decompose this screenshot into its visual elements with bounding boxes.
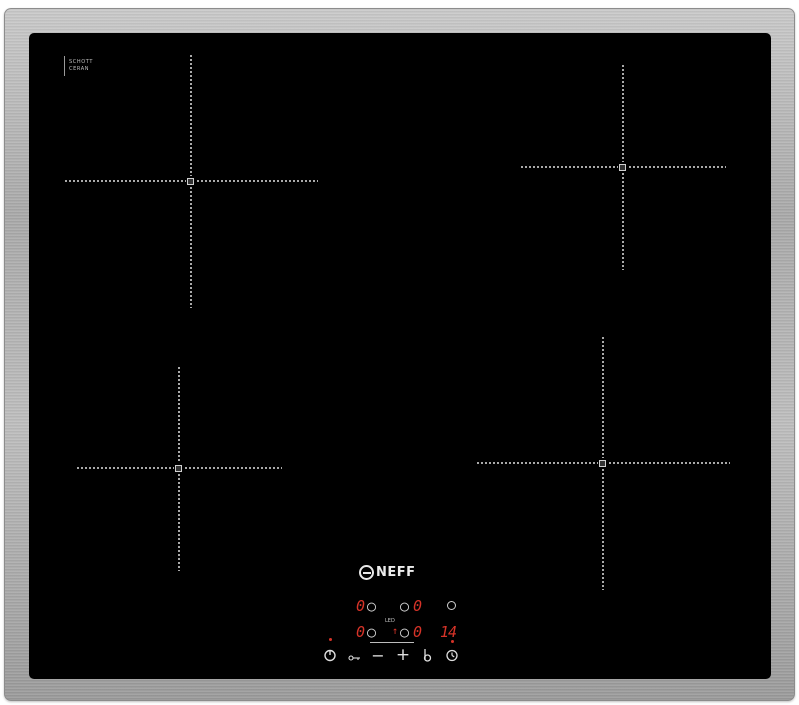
timer-icon [446,649,458,662]
wipe-protect-icon [423,649,432,662]
zone-front-right-horizontal-marks [476,462,598,464]
zone-rear-right-power-indicator: ○ [400,597,409,615]
badge-line-2: CERAN [69,66,90,72]
zone-rear-left-horizontal-marks [196,180,318,182]
selection-arrow: ↑ [392,626,398,637]
zone-front-left-power-indicator: ○ [367,623,376,641]
timer-button[interactable] [444,648,460,664]
child-lock-icon [348,655,360,661]
zone-rear-right-vertical-marks [622,172,624,270]
child-lock-button[interactable] [347,650,363,664]
neff-logo: NEFF [359,562,416,582]
zone-front-left-level-display: 0 [356,623,365,641]
neff-logo-text: NEFF [376,564,416,580]
zone-rear-right-vertical-marks [622,64,624,162]
zone-rear-right-level-display: 0 [413,597,422,615]
zone-rear-left-vertical-marks [190,186,192,308]
zone-front-right-power-indicator: ○ [400,623,409,641]
badge-line-1: SCHOTT [69,59,93,65]
neff-logo-mark [359,564,374,580]
zone-rear-right-horizontal-marks [520,166,618,168]
plus-button[interactable]: + [395,647,411,664]
zone-front-right-vertical-marks [602,468,604,590]
zone-front-left-center-mark [175,465,182,472]
zone-front-right-center-mark [599,460,606,467]
zone-rear-left-vertical-marks [190,54,192,176]
timer-indicator [451,640,454,643]
zone-rear-left-level-display: 0 [356,597,365,615]
minus-button[interactable]: − [370,648,386,664]
zone-rear-right-center-mark [619,164,626,171]
power-button[interactable] [322,648,338,664]
zone-front-left-vertical-marks [178,473,180,571]
power-icon [324,649,336,662]
zone-front-left-horizontal-marks [184,467,282,469]
zone-front-right-level-display: 0 [413,623,422,641]
zone-front-right-horizontal-marks [608,462,730,464]
zone-rear-right-horizontal-marks [628,166,726,168]
timer-display: 14 [440,623,457,641]
zone-rear-left-power-indicator: ○ [367,597,376,615]
badge-divider [64,56,65,76]
zone-front-right-vertical-marks [602,336,604,458]
zone-front-left-vertical-marks [178,366,180,463]
zone-rear-left-center-mark [187,178,194,185]
wipe-protect-button[interactable] [420,648,434,664]
zone-front-left-horizontal-marks [76,467,174,469]
zone-rear-left-horizontal-marks [64,180,186,182]
power-boost-icon[interactable] [447,601,456,610]
control-slider-line [370,642,414,643]
glass-ceramic-surface [29,33,771,679]
power-on-indicator [329,638,332,641]
